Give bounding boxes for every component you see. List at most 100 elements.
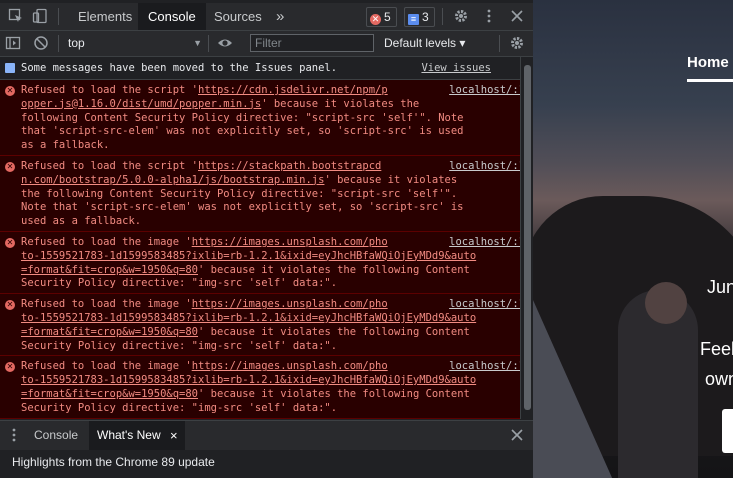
console-toolbar: top ▼ Default levels ▾	[0, 31, 533, 57]
error-text: as a fallback.	[21, 139, 110, 152]
error-text: ' because it violates the	[261, 97, 420, 110]
error-icon: ✕	[5, 300, 15, 311]
drawer-tab-whats-new[interactable]: What's New ×	[89, 421, 185, 450]
error-icon: ✕	[5, 161, 15, 172]
settings-gear-icon[interactable]	[453, 8, 469, 24]
resource-link[interactable]: opper.js@1.16.0/dist/umd/popper.min.js	[21, 98, 261, 110]
error-text: Note that 'script-src-elem' was not expl…	[21, 201, 464, 214]
error-line: Security Policy directive: "img-src 'sel…	[21, 402, 525, 416]
error-line: =format&fit=crop&w=1950&q=80' because it…	[21, 326, 525, 340]
error-list: ✕ Refused to load the script 'https://cdn…	[0, 80, 533, 419]
error-message: ✕ Refused to load the image 'https://imag…	[0, 231, 533, 295]
close-tab-icon[interactable]: ×	[170, 421, 178, 450]
error-text: that 'script-src-elem' was not explicitl…	[21, 125, 464, 138]
resource-link[interactable]: =format&fit=crop&w=1950&q=80	[21, 388, 198, 400]
toolbar-separator	[442, 8, 443, 25]
resource-link[interactable]: https://images.unsplash.com/pho	[192, 236, 388, 248]
resource-link[interactable]: https://images.unsplash.com/pho	[192, 298, 388, 310]
console-scrollbar[interactable]	[520, 57, 533, 419]
issues-count: 3	[422, 10, 429, 24]
scrollbar-thumb[interactable]	[524, 65, 531, 410]
nav-active-underline	[687, 79, 733, 82]
filter-input[interactable]	[250, 34, 374, 52]
resource-link[interactable]: to-1559521783-1d1599583485?ixlib=rb-1.2.…	[21, 312, 476, 324]
resource-link[interactable]: to-1559521783-1d1599583485?ixlib=rb-1.2.…	[21, 374, 476, 386]
tab-sources[interactable]: Sources	[204, 3, 272, 30]
error-line: to-1559521783-1d1599583485?ixlib=rb-1.2.…	[21, 250, 525, 264]
error-text: following Content Security Policy direct…	[21, 111, 464, 124]
source-location-link[interactable]: localhost/:1	[449, 360, 525, 374]
device-toolbar-icon[interactable]	[32, 8, 48, 24]
person-head	[645, 282, 687, 324]
toolbar-separator	[499, 35, 500, 52]
resource-link[interactable]: =format&fit=crop&w=1950&q=80	[21, 264, 198, 276]
hero-button[interactable]	[722, 409, 733, 453]
error-text: Refused to load the image '	[21, 360, 192, 373]
drawer-tab-console[interactable]: Console	[26, 421, 86, 450]
source-location-link[interactable]: localhost/:1	[449, 298, 525, 312]
hero-text-1: Jun	[707, 277, 733, 297]
hero-text-3: own	[705, 369, 733, 389]
source-location-link[interactable]: localhost/:1	[449, 236, 525, 250]
close-devtools-icon[interactable]	[509, 8, 525, 24]
error-message: ✕ Refused to load the script 'https://cdn…	[0, 80, 533, 156]
error-text: ' because it violates	[324, 173, 458, 186]
error-line: Refused to load the script 'https://stac…	[21, 160, 525, 174]
error-message: ✕ Refused to load the image 'https://imag…	[0, 356, 533, 419]
error-line: opper.js@1.16.0/dist/umd/popper.min.js' …	[21, 98, 525, 112]
source-location-link[interactable]: localhost/:1	[449, 84, 525, 98]
more-options-icon[interactable]	[481, 8, 497, 24]
resource-link[interactable]: https://stackpath.bootstrapcd	[198, 160, 381, 172]
tab-elements[interactable]: Elements	[68, 3, 142, 30]
issues-badge[interactable]: ≡ 3	[404, 7, 435, 27]
error-text: Refused to load the script '	[21, 159, 199, 172]
close-drawer-icon[interactable]	[509, 427, 525, 443]
console-messages: Some messages have been moved to the Iss…	[0, 57, 533, 419]
devtools-main-toolbar: Elements Console Sources » ✕ 5 ≡ 3	[0, 3, 533, 31]
error-text: Security Policy directive: "img-src 'sel…	[21, 339, 338, 352]
errors-count: 5	[384, 10, 391, 24]
info-icon	[5, 63, 15, 73]
view-issues-link[interactable]: View issues	[421, 57, 491, 79]
resource-link[interactable]: https://images.unsplash.com/pho	[192, 360, 388, 372]
error-line: as a fallback.	[21, 139, 525, 153]
more-tabs-button[interactable]: »	[266, 3, 294, 30]
tent-shape	[533, 300, 613, 478]
resource-link[interactable]: to-1559521783-1d1599583485?ixlib=rb-1.2.…	[21, 250, 476, 262]
info-text: Some messages have been moved to the Iss…	[21, 62, 338, 74]
error-line: to-1559521783-1d1599583485?ixlib=rb-1.2.…	[21, 312, 525, 326]
whats-new-highlights: Highlights from the Chrome 89 update	[0, 450, 533, 478]
tab-console[interactable]: Console	[138, 3, 206, 30]
inspect-element-icon[interactable]	[8, 8, 24, 24]
error-line: n.com/bootstrap/5.0.0-alpha1/js/bootstra…	[21, 174, 525, 188]
toolbar-separator	[58, 8, 59, 25]
errors-badge[interactable]: ✕ 5	[366, 7, 397, 27]
context-selector[interactable]: top ▼	[62, 33, 208, 54]
error-message: ✕ Refused to load the image 'https://imag…	[0, 294, 533, 357]
error-message: ✕ Refused to load the script 'https://sta…	[0, 155, 533, 232]
resource-link[interactable]: https://cdn.jsdelivr.net/npm/p	[198, 84, 388, 96]
error-line: Refused to load the script 'https://cdn.…	[21, 84, 525, 98]
drawer-menu-icon[interactable]	[6, 427, 22, 443]
error-icon: ✕	[5, 362, 15, 373]
error-text: used as a fallback.	[21, 215, 142, 228]
resource-link[interactable]: n.com/bootstrap/5.0.0-alpha1/js/bootstra…	[21, 174, 324, 186]
toolbar-separator	[58, 35, 59, 52]
nav-home-link[interactable]: Home	[687, 54, 729, 71]
error-line: =format&fit=crop&w=1950&q=80' because it…	[21, 264, 525, 278]
console-settings-gear-icon[interactable]	[509, 35, 525, 51]
chevron-down-icon: ▼	[193, 38, 202, 48]
error-icon: ✕	[5, 86, 15, 96]
error-text: ' because it violates the following Cont…	[198, 325, 470, 338]
source-location-link[interactable]: localhost/:1	[449, 160, 525, 174]
resource-link[interactable]: =format&fit=crop&w=1950&q=80	[21, 326, 198, 338]
log-levels-dropdown[interactable]: Default levels ▾	[384, 33, 465, 54]
live-expression-eye-icon[interactable]	[217, 35, 233, 51]
drawer-tab-label: What's New	[97, 428, 161, 442]
error-line: Refused to load the image 'https://image…	[21, 236, 525, 250]
show-sidebar-icon[interactable]	[5, 35, 21, 51]
issues-icon: ≡	[408, 14, 419, 25]
clear-console-icon[interactable]	[33, 35, 49, 51]
devtools-panel: Elements Console Sources » ✕ 5 ≡ 3 top ▼…	[0, 0, 533, 478]
error-line: the following Content Security Policy di…	[21, 188, 525, 202]
